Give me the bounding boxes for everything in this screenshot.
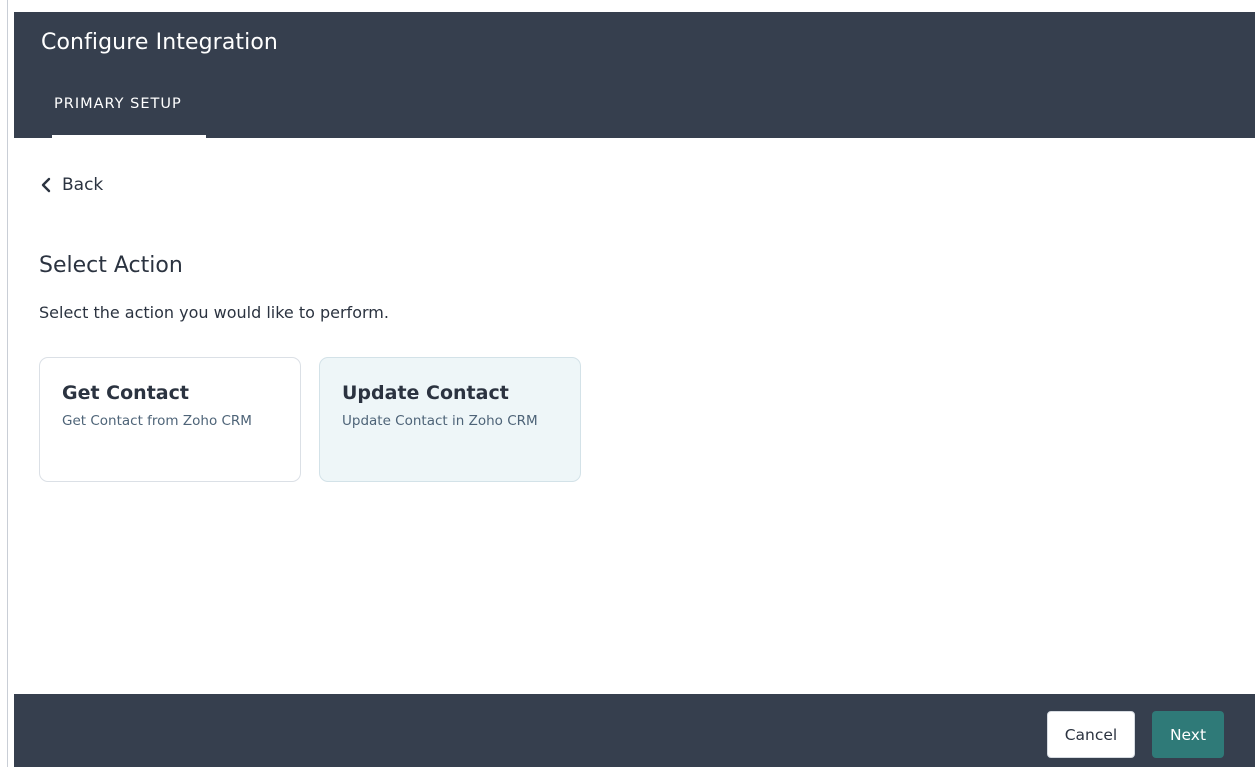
active-tab-indicator: [52, 135, 206, 138]
back-label: Back: [62, 175, 104, 195]
tab-primary-setup[interactable]: PRIMARY SETUP: [52, 78, 206, 138]
cancel-button[interactable]: Cancel: [1047, 711, 1135, 758]
section-heading: Select Action: [39, 253, 183, 278]
dialog-title: Configure Integration: [41, 30, 278, 55]
configure-integration-dialog: Configure Integration PRIMARY SETUP Back…: [0, 0, 1255, 767]
back-link[interactable]: Back: [40, 172, 103, 198]
action-card-subtitle: Update Contact in Zoho CRM: [342, 413, 538, 429]
footer-bar: Cancel Next: [14, 694, 1255, 767]
chevron-left-icon: [40, 177, 52, 193]
header-bar: Configure Integration PRIMARY SETUP: [14, 12, 1255, 138]
left-border: [7, 0, 8, 767]
next-button[interactable]: Next: [1152, 711, 1224, 758]
action-card-update-contact[interactable]: Update Contact Update Contact in Zoho CR…: [319, 357, 581, 482]
action-card-title: Get Contact: [62, 382, 189, 404]
action-card-get-contact[interactable]: Get Contact Get Contact from Zoho CRM: [39, 357, 301, 482]
section-description: Select the action you would like to perf…: [39, 303, 389, 322]
action-card-title: Update Contact: [342, 382, 509, 404]
action-card-subtitle: Get Contact from Zoho CRM: [62, 413, 252, 429]
tab-label: PRIMARY SETUP: [54, 96, 182, 112]
